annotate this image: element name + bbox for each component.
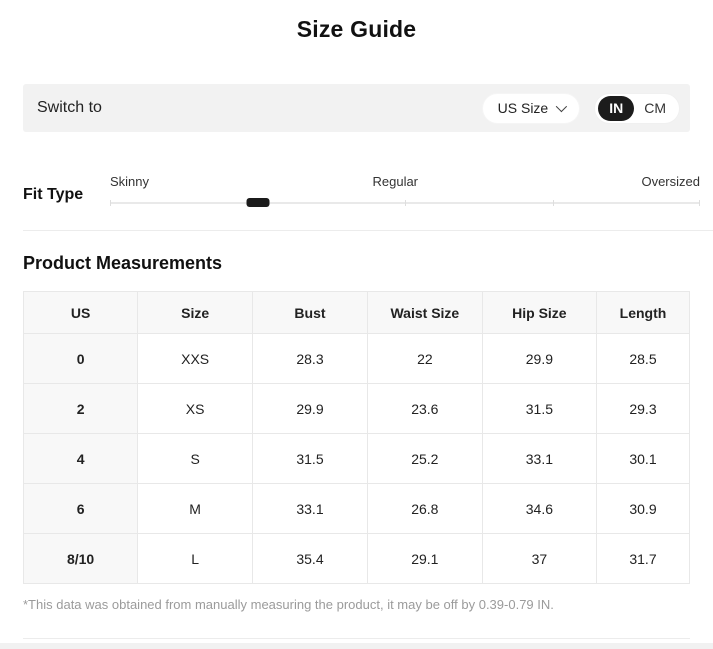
us-size-cell: 8/10 (24, 534, 138, 584)
measurement-cell: 31.5 (253, 434, 368, 484)
measurement-cell: 29.9 (482, 334, 596, 384)
fit-option-regular: Regular (372, 174, 418, 189)
measurement-cell: 34.6 (482, 484, 596, 534)
us-size-cell: 4 (24, 434, 138, 484)
measurement-cell: 22 (367, 334, 482, 384)
measurement-cell: 28.5 (596, 334, 689, 384)
fit-type-slider-track[interactable] (110, 202, 700, 204)
measurement-cell: XS (138, 384, 253, 434)
page-title: Size Guide (0, 0, 713, 43)
measurement-cell: 28.3 (253, 334, 368, 384)
product-measurements-heading: Product Measurements (23, 253, 690, 274)
table-row: 0XXS28.32229.928.5 (24, 334, 690, 384)
size-system-selected-value: US Size (498, 100, 549, 116)
measurement-cell: 23.6 (367, 384, 482, 434)
us-size-cell: 2 (24, 384, 138, 434)
column-header-hip: Hip Size (482, 292, 596, 334)
column-header-bust: Bust (253, 292, 368, 334)
section-divider (23, 230, 713, 231)
table-row: 6M33.126.834.630.9 (24, 484, 690, 534)
measurement-cell: 37 (482, 534, 596, 584)
measurement-cell: 30.9 (596, 484, 689, 534)
column-header-size: Size (138, 292, 253, 334)
measurement-cell: S (138, 434, 253, 484)
measurement-cell: XXS (138, 334, 253, 384)
measurement-cell: 33.1 (253, 484, 368, 534)
chevron-down-icon (556, 101, 567, 112)
switch-to-label: Switch to (37, 99, 102, 117)
size-system-dropdown[interactable]: US Size (482, 93, 581, 124)
switch-bar: Switch to US Size IN CM (23, 84, 690, 132)
measurement-disclaimer: *This data was obtained from manually me… (23, 597, 690, 612)
fit-option-skinny: Skinny (110, 174, 149, 189)
fit-type-slider: Skinny Regular Oversized (110, 174, 700, 204)
slider-tick (405, 200, 406, 206)
column-header-length: Length (596, 292, 689, 334)
column-header-waist: Waist Size (367, 292, 482, 334)
switch-controls: US Size IN CM (482, 93, 680, 124)
us-size-cell: 6 (24, 484, 138, 534)
table-row: 2XS29.923.631.529.3 (24, 384, 690, 434)
measurement-cell: 29.1 (367, 534, 482, 584)
fit-type-slider-labels: Skinny Regular Oversized (110, 174, 700, 189)
measurement-cell: L (138, 534, 253, 584)
table-row: 4S31.525.233.130.1 (24, 434, 690, 484)
next-section-edge (0, 643, 713, 649)
measurement-cell: 30.1 (596, 434, 689, 484)
fit-type-section: Fit Type Skinny Regular Oversized (0, 132, 713, 204)
measurement-cell: 33.1 (482, 434, 596, 484)
unit-toggle: IN CM (594, 93, 680, 124)
fit-type-label: Fit Type (23, 174, 110, 204)
slider-tick (699, 200, 700, 206)
measurement-cell: M (138, 484, 253, 534)
us-size-cell: 0 (24, 334, 138, 384)
unit-option-in[interactable]: IN (598, 96, 634, 121)
measurements-table: US Size Bust Waist Size Hip Size Length … (23, 291, 690, 584)
measurement-cell: 31.5 (482, 384, 596, 434)
column-header-us: US (24, 292, 138, 334)
measurement-cell: 29.3 (596, 384, 689, 434)
fit-type-slider-handle[interactable] (246, 198, 269, 207)
slider-tick (553, 200, 554, 206)
measurements-table-body: 0XXS28.32229.928.52XS29.923.631.529.34S3… (24, 334, 690, 584)
measurement-cell: 26.8 (367, 484, 482, 534)
measurement-cell: 35.4 (253, 534, 368, 584)
measurement-cell: 25.2 (367, 434, 482, 484)
footer-divider (23, 638, 690, 639)
unit-option-cm[interactable]: CM (634, 96, 676, 121)
table-row: 8/10L35.429.13731.7 (24, 534, 690, 584)
measurement-cell: 29.9 (253, 384, 368, 434)
fit-option-oversized: Oversized (641, 174, 700, 189)
measurement-cell: 31.7 (596, 534, 689, 584)
table-header-row: US Size Bust Waist Size Hip Size Length (24, 292, 690, 334)
slider-tick (110, 200, 111, 206)
